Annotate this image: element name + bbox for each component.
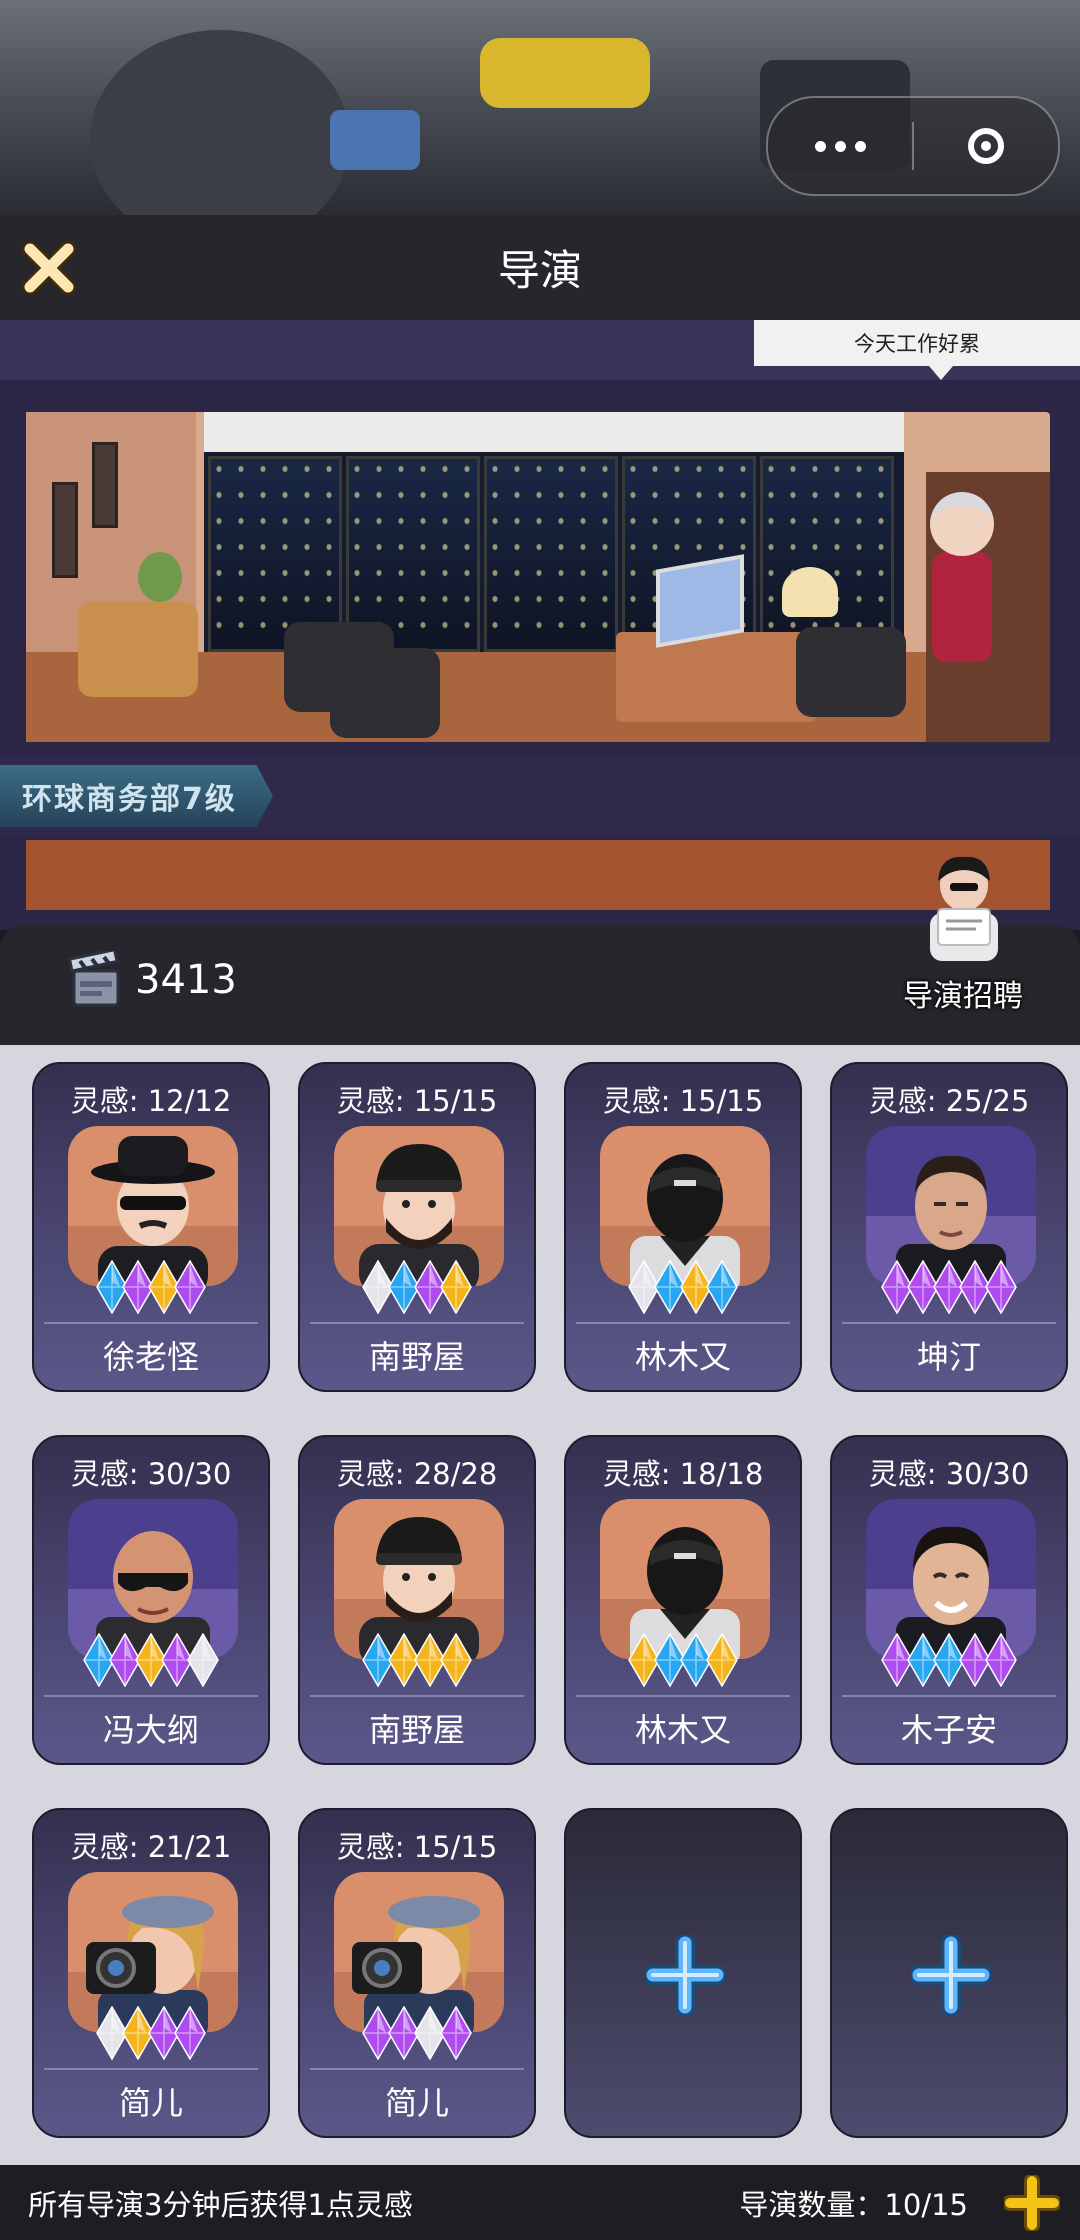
gem-row: [566, 1633, 800, 1687]
director-recruit-button[interactable]: 导演招聘: [888, 851, 1038, 1041]
director-name: 徐老怪: [102, 1338, 199, 1376]
inspiration-label: 灵感: 15/15: [602, 1084, 764, 1118]
gem-gold-icon: [440, 1633, 472, 1687]
clapperboard-icon: [68, 951, 120, 1007]
inspiration-label: 灵感: 15/15: [336, 1830, 498, 1864]
inspiration-label: 灵感: 15/15: [336, 1084, 498, 1118]
gem-purple-icon: [985, 1260, 1017, 1314]
inspiration-label: 灵感: 30/30: [868, 1457, 1030, 1491]
recruit-label: 导演招聘: [903, 979, 1023, 1014]
close-icon: [21, 240, 77, 296]
director-name: 简儿: [384, 2084, 449, 2122]
office-scene: 今天工作好累 环球商务部7级: [0, 320, 1080, 930]
director-name: 坤汀: [916, 1338, 981, 1376]
department-banner: 环球商务部7级: [0, 765, 273, 827]
title-bar: 导演: [0, 215, 1080, 320]
empty-slot-card[interactable]: [564, 1808, 802, 2138]
director-card[interactable]: 灵感: 15/15 林木又: [564, 1062, 802, 1392]
director-name: 木子安: [900, 1711, 997, 1749]
director-card[interactable]: 灵感: 25/25 坤汀: [830, 1062, 1068, 1392]
gem-purple-icon: [440, 2006, 472, 2060]
speech-bubble: 今天工作好累: [754, 320, 1080, 380]
gem-row: [34, 1633, 268, 1687]
target-circle-icon: [968, 128, 1004, 164]
gem-row: [300, 2006, 534, 2060]
empty-slot-card[interactable]: [830, 1808, 1068, 2138]
director-card[interactable]: 灵感: 30/30 木子安: [830, 1435, 1068, 1765]
mini-program-capsule: [766, 96, 1060, 196]
plus-icon: [911, 1935, 991, 2015]
director-name: 南野屋: [368, 1711, 465, 1749]
director-card[interactable]: 灵感: 12/12 徐老怪: [32, 1062, 270, 1392]
inspiration-label: 灵感: 18/18: [602, 1457, 764, 1491]
gem-gold-icon: [706, 1633, 738, 1687]
desk: [616, 632, 816, 722]
resource-bar: 3413 导演招聘: [0, 856, 1080, 1045]
more-menu-button[interactable]: [768, 98, 912, 194]
close-button[interactable]: [18, 237, 80, 299]
office-character[interactable]: [922, 492, 1002, 672]
gem-row: [34, 1260, 268, 1314]
inspiration-label: 灵感: 21/21: [70, 1830, 232, 1864]
director-count: 导演数量：10/15: [739, 2187, 968, 2222]
director-name: 南野屋: [368, 1338, 465, 1376]
office-room: [26, 412, 1050, 742]
director-name: 冯大纲: [102, 1711, 199, 1749]
recruiter-icon: [930, 856, 998, 961]
sofa: [78, 602, 198, 697]
inspiration-info: 所有导演3分钟后获得1点灵感: [28, 2187, 413, 2222]
gem-purple-icon: [174, 2006, 206, 2060]
director-grid: 灵感: 12/12 徐老怪 灵感: 15/15 南野屋 灵感: 15/15 林木又 灵感: …: [0, 1045, 1080, 2165]
director-card[interactable]: 灵感: 15/15 简儿: [298, 1808, 536, 2138]
director-name: 林木又: [634, 1711, 731, 1749]
clapper-count: 3413: [135, 957, 237, 1003]
page-title: 导演: [497, 246, 582, 295]
inspiration-label: 灵感: 28/28: [336, 1457, 498, 1491]
more-dots-icon: [814, 140, 866, 152]
inspiration-label: 灵感: 25/25: [868, 1084, 1030, 1118]
director-card[interactable]: 灵感: 18/18 林木又: [564, 1435, 802, 1765]
floor-lamp: [782, 567, 838, 617]
gem-row: [566, 1260, 800, 1314]
director-card[interactable]: 灵感: 21/21 简儿: [32, 1808, 270, 2138]
footer-bar: 所有导演3分钟后获得1点灵感 导演数量：10/15: [0, 2165, 1080, 2240]
gem-purple-icon: [985, 1633, 1017, 1687]
gem-white-icon: [187, 1633, 219, 1687]
director-name: 林木又: [634, 1338, 731, 1376]
gem-row: [300, 1633, 534, 1687]
gem-row: [34, 2006, 268, 2060]
computer-monitor: [656, 554, 744, 648]
gem-purple-icon: [174, 1260, 206, 1314]
game-scene-background: [0, 0, 1080, 215]
add-slot-button[interactable]: [1004, 2175, 1060, 2231]
gem-blue-icon: [706, 1260, 738, 1314]
plus-icon: [645, 1935, 725, 2015]
gem-row: [832, 1633, 1066, 1687]
gem-gold-icon: [440, 1260, 472, 1314]
gem-row: [300, 1260, 534, 1314]
director-card[interactable]: 灵感: 15/15 南野屋: [298, 1062, 536, 1392]
exit-miniprogram-button[interactable]: [914, 98, 1058, 194]
inspiration-label: 灵感: 12/12: [70, 1084, 232, 1118]
inspiration-label: 灵感: 30/30: [70, 1457, 232, 1491]
director-name: 简儿: [118, 2084, 183, 2122]
director-card[interactable]: 灵感: 28/28 南野屋: [298, 1435, 536, 1765]
director-card[interactable]: 灵感: 30/30 冯大纲: [32, 1435, 270, 1765]
gem-row: [832, 1260, 1066, 1314]
